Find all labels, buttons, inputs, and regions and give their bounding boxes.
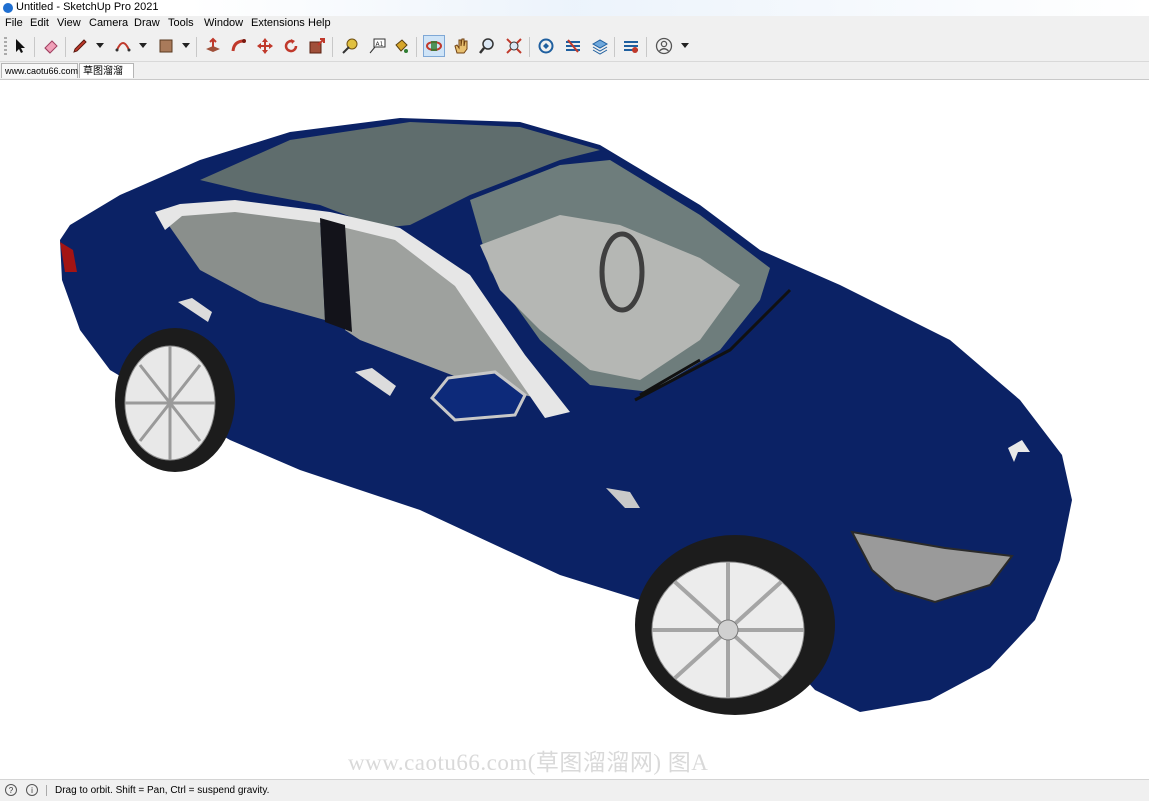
front-wheel-hub — [717, 619, 739, 641]
layout-tool-button[interactable] — [589, 35, 611, 57]
title-bar-background — [190, 0, 1149, 16]
chevron-down-icon[interactable] — [182, 43, 190, 48]
extension-manager-tool-button[interactable] — [620, 35, 642, 57]
sketchup-app-icon — [3, 3, 13, 13]
paint-bucket-tool-button[interactable] — [390, 35, 412, 57]
menu-draw[interactable]: Draw — [134, 17, 160, 29]
push-pull-tool-button[interactable] — [202, 35, 224, 57]
svg-text:A1: A1 — [376, 41, 384, 48]
follow-me-tool-button[interactable] — [228, 35, 250, 57]
menu-extensions[interactable]: Extensions — [251, 17, 305, 29]
scene-tab-2[interactable]: 草图溜溜网 — [79, 63, 134, 92]
menu-bar: File Edit View Camera Draw Tools Window … — [0, 16, 1149, 31]
push-pull-icon — [206, 37, 220, 52]
extension-manager-icon — [624, 41, 638, 53]
warehouse-tool-button[interactable] — [535, 35, 557, 57]
paint-bucket-icon — [395, 39, 408, 53]
large-toolset-toolbar: A1 — [0, 31, 1149, 62]
menu-tools[interactable]: Tools — [168, 17, 194, 29]
pencil-icon — [73, 39, 87, 53]
line-tool-button[interactable] — [69, 35, 91, 57]
menu-view[interactable]: View — [57, 17, 81, 29]
shape-tool-button[interactable] — [155, 35, 177, 57]
tape-measure-icon — [342, 38, 358, 54]
menu-file[interactable]: File — [5, 17, 23, 29]
title-bar: Untitled - SketchUp Pro 2021 — [0, 0, 1149, 17]
rectangle-icon — [159, 39, 173, 53]
scene-tab-1[interactable]: www.caotu66.com — [1, 63, 78, 78]
info-icon[interactable]: i — [26, 784, 38, 796]
chevron-down-icon[interactable] — [681, 43, 689, 48]
rotate-icon — [284, 39, 298, 53]
status-divider — [46, 785, 47, 796]
toolbar-separator — [529, 37, 530, 57]
3d-warehouse-icon — [538, 38, 554, 54]
status-message: Drag to orbit. Shift = Pan, Ctrl = suspe… — [55, 785, 270, 796]
pan-tool-button[interactable] — [450, 35, 472, 57]
arc-tool-button[interactable] — [112, 35, 134, 57]
layout-stack-icon — [591, 39, 609, 55]
eraser-tool-button[interactable] — [40, 35, 62, 57]
watermark-text: www.caotu66.com(草图溜溜网) 图A — [348, 750, 709, 775]
scene-tabs-bar: www.caotu66.com 草图溜溜网 — [0, 62, 1149, 92]
menu-edit[interactable]: Edit — [30, 17, 49, 29]
orbit-icon — [426, 41, 442, 51]
toolbar-separator — [416, 37, 417, 57]
move-arrows-icon — [257, 38, 273, 54]
follow-me-icon — [231, 39, 246, 52]
extension-warehouse-icon — [566, 39, 580, 53]
scale-icon — [309, 38, 325, 54]
arc-icon — [115, 42, 131, 52]
toolbar-separator — [332, 37, 333, 57]
orbit-tool-button[interactable] — [423, 35, 445, 57]
scale-tool-button[interactable] — [306, 35, 328, 57]
user-account-icon — [655, 37, 673, 55]
extension-warehouse-tool-button[interactable] — [562, 35, 584, 57]
menu-window[interactable]: Window — [204, 17, 243, 29]
toolbar-grip[interactable] — [4, 37, 7, 57]
car-model — [60, 118, 1072, 715]
menu-help[interactable]: Help — [308, 17, 331, 29]
status-bar: ? i Drag to orbit. Shift = Pan, Ctrl = s… — [0, 779, 1149, 801]
toolbar-separator — [614, 37, 615, 57]
modeling-viewport[interactable]: www.caotu66.com(草图溜溜网) 图A — [0, 80, 1149, 778]
hand-icon — [454, 38, 468, 54]
window-title: Untitled - SketchUp Pro 2021 — [16, 1, 159, 13]
toolbar-separator — [646, 37, 647, 57]
eraser-icon — [44, 40, 58, 54]
magnifier-icon — [479, 38, 494, 54]
account-tool-button[interactable] — [653, 35, 675, 57]
menu-camera[interactable]: Camera — [89, 17, 128, 29]
rotate-tool-button[interactable] — [280, 35, 302, 57]
geolocation-icon[interactable]: ? — [5, 784, 17, 796]
arrow-cursor-icon — [16, 39, 25, 53]
chevron-down-icon[interactable] — [96, 43, 104, 48]
text-label-icon: A1 — [369, 38, 386, 54]
tape-measure-tool-button[interactable] — [339, 35, 361, 57]
toolbar-separator — [65, 37, 66, 57]
move-tool-button[interactable] — [254, 35, 276, 57]
toolbar-separator — [196, 37, 197, 57]
text-tool-button[interactable]: A1 — [366, 35, 388, 57]
select-tool-button[interactable] — [9, 35, 31, 57]
toolbar-separator — [34, 37, 35, 57]
zoom-tool-button[interactable] — [476, 35, 498, 57]
zoom-extents-tool-button[interactable] — [503, 35, 525, 57]
chevron-down-icon[interactable] — [139, 43, 147, 48]
zoom-extents-icon — [506, 38, 522, 54]
